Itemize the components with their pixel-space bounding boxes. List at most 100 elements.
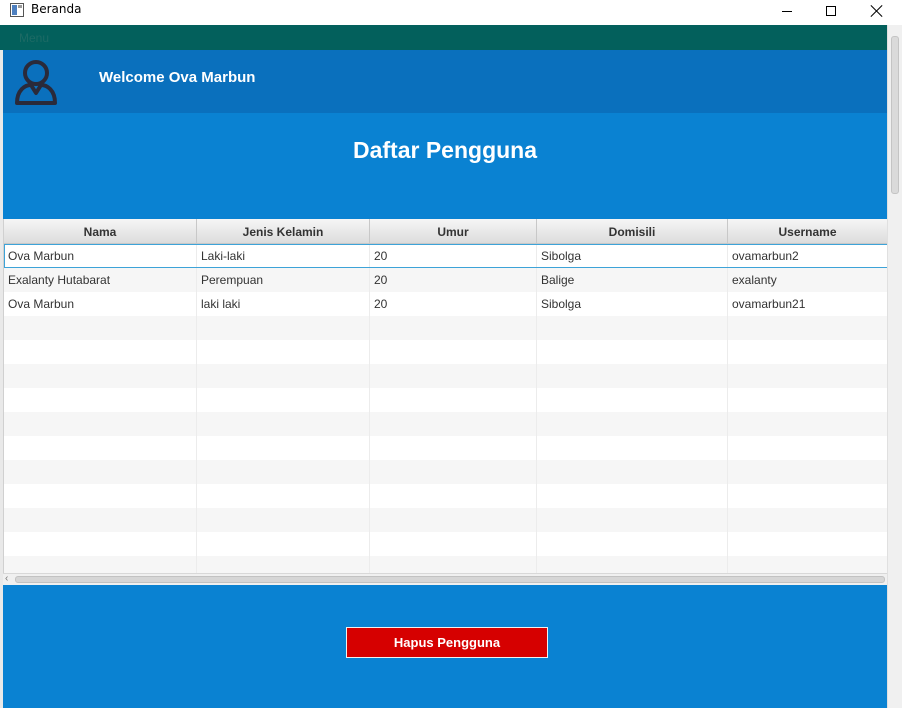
cell-umur: [370, 340, 537, 364]
table-row[interactable]: Exalanty Hutabarat Perempuan 20 Balige exala…: [4, 268, 887, 292]
cell-umur: [370, 388, 537, 412]
cell-umur: [370, 316, 537, 340]
cell-username: ovamarbun2: [728, 244, 887, 268]
table-row[interactable]: [4, 412, 887, 436]
maximize-icon: [826, 6, 836, 16]
table-row[interactable]: [4, 316, 887, 340]
cell-umur: [370, 484, 537, 508]
user-outline-icon: [15, 60, 57, 105]
cell-domisili: [537, 508, 728, 532]
cell-nama: [4, 556, 197, 573]
cell-username: [728, 460, 887, 484]
column-header-umur[interactable]: Umur: [370, 219, 537, 244]
cell-nama: [4, 460, 197, 484]
cell-jenis-kelamin: [197, 484, 370, 508]
cell-umur: [370, 556, 537, 573]
table-row[interactable]: [4, 460, 887, 484]
column-header-username[interactable]: Username: [728, 219, 887, 244]
minimize-button[interactable]: [764, 0, 810, 22]
cell-username: [728, 508, 887, 532]
column-header-nama[interactable]: Nama: [4, 219, 197, 244]
column-header-jenis-kelamin[interactable]: Jenis Kelamin: [197, 219, 370, 244]
menu-item-menu[interactable]: Menu: [19, 31, 49, 45]
table-row[interactable]: Ova Marbun Laki-laki 20 Sibolga ovamarbun2: [4, 244, 887, 268]
header-panel: Welcome Ova Marbun: [3, 50, 887, 113]
cell-umur: [370, 364, 537, 388]
cell-umur: [370, 412, 537, 436]
close-button[interactable]: [854, 0, 900, 22]
table-row[interactable]: [4, 556, 887, 573]
cell-domisili: [537, 340, 728, 364]
cell-domisili: [537, 364, 728, 388]
table-row[interactable]: Ova Marbun laki laki 20 Sibolga ovamarbun21: [4, 292, 887, 316]
scroll-left-icon[interactable]: ‹: [5, 573, 8, 584]
horizontal-scrollbar[interactable]: ‹: [3, 573, 887, 585]
table-row[interactable]: [4, 508, 887, 532]
cell-domisili: [537, 460, 728, 484]
cell-username: [728, 388, 887, 412]
table-row[interactable]: [4, 364, 887, 388]
cell-domisili: [537, 556, 728, 573]
cell-jenis-kelamin: Perempuan: [197, 268, 370, 292]
cell-username: [728, 364, 887, 388]
cell-umur: 20: [370, 244, 537, 268]
cell-domisili: [537, 412, 728, 436]
cell-domisili: Balige: [537, 268, 728, 292]
cell-username: exalanty: [728, 268, 887, 292]
cell-jenis-kelamin: [197, 388, 370, 412]
title-bar[interactable]: Beranda: [0, 0, 902, 24]
cell-username: [728, 316, 887, 340]
table-row[interactable]: [4, 532, 887, 556]
app-window: Beranda Menu Welcome Ova Marbun Daftar P…: [0, 0, 902, 708]
table-body: Ova Marbun Laki-laki 20 Sibolga ovamarbun2 Ex…: [4, 244, 887, 573]
cell-jenis-kelamin: [197, 436, 370, 460]
cell-umur: [370, 436, 537, 460]
cell-jenis-kelamin: Laki-laki: [197, 244, 370, 268]
cell-umur: 20: [370, 292, 537, 316]
cell-jenis-kelamin: [197, 412, 370, 436]
cell-jenis-kelamin: laki laki: [197, 292, 370, 316]
cell-jenis-kelamin: [197, 556, 370, 573]
column-header-domisili[interactable]: Domisili: [537, 219, 728, 244]
table-row[interactable]: [4, 436, 887, 460]
cell-domisili: [537, 436, 728, 460]
vertical-scrollbar[interactable]: [887, 25, 902, 708]
cell-username: [728, 556, 887, 573]
cell-domisili: [537, 532, 728, 556]
cell-nama: [4, 532, 197, 556]
cell-nama: [4, 364, 197, 388]
table-row[interactable]: [4, 388, 887, 412]
cell-nama: [4, 508, 197, 532]
cell-domisili: [537, 388, 728, 412]
minimize-icon: [782, 10, 792, 12]
cell-jenis-kelamin: [197, 364, 370, 388]
cell-username: ovamarbun21: [728, 292, 887, 316]
cell-nama: Ova Marbun: [4, 244, 197, 268]
cell-jenis-kelamin: [197, 460, 370, 484]
maximize-button[interactable]: [808, 0, 854, 22]
cell-username: [728, 340, 887, 364]
user-table[interactable]: Nama Jenis Kelamin Umur Domisili Usernam…: [3, 219, 887, 573]
cell-domisili: Sibolga: [537, 292, 728, 316]
close-icon: [871, 5, 883, 17]
cell-domisili: Sibolga: [537, 244, 728, 268]
window-title: Beranda: [31, 2, 82, 16]
table-row[interactable]: [4, 484, 887, 508]
table-header: Nama Jenis Kelamin Umur Domisili Usernam…: [4, 219, 887, 244]
table-row[interactable]: [4, 340, 887, 364]
cell-nama: [4, 388, 197, 412]
cell-domisili: [537, 484, 728, 508]
vertical-scroll-thumb[interactable]: [891, 36, 899, 194]
cell-jenis-kelamin: [197, 508, 370, 532]
cell-nama: [4, 412, 197, 436]
welcome-text: Welcome Ova Marbun: [99, 69, 256, 86]
horizontal-scroll-thumb[interactable]: [15, 576, 885, 583]
cell-nama: Exalanty Hutabarat: [4, 268, 197, 292]
cell-jenis-kelamin: [197, 316, 370, 340]
delete-user-button[interactable]: Hapus Pengguna: [346, 627, 548, 658]
page-title: Daftar Pengguna: [352, 137, 538, 163]
cell-jenis-kelamin: [197, 532, 370, 556]
cell-nama: [4, 484, 197, 508]
cell-nama: Ova Marbun: [4, 292, 197, 316]
cell-umur: 20: [370, 268, 537, 292]
